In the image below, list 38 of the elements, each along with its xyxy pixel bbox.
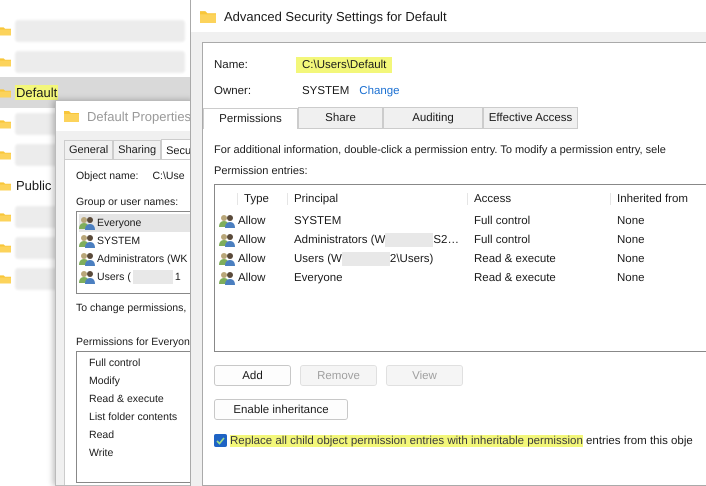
- table-cell-text: None: [616, 234, 646, 246]
- checkbox-label: Replace all child object permission entries with inheritable permission entries from this obje: [230, 434, 693, 446]
- table-cell-text: Full control: [473, 234, 532, 246]
- permission-name: Modify: [89, 374, 121, 389]
- field-label: Object name:: [76, 170, 138, 182]
- name-value: C:\Users\Default: [296, 57, 392, 73]
- table-cell-text: Allow: [237, 252, 266, 264]
- window-title: Default Properties: [87, 108, 192, 124]
- table-cell-text: Read & execute: [473, 272, 557, 284]
- table-cell-text: Allow: [237, 234, 266, 246]
- table-cell-text: Read & execute: [473, 252, 557, 264]
- folder-name: Public: [15, 178, 52, 193]
- table-cell-text: Administrators (W S2…: [293, 232, 460, 246]
- table-cell-text: None: [616, 272, 646, 284]
- table-cell-text: None: [616, 214, 646, 226]
- window-title: Advanced Security Settings for Default: [224, 8, 447, 24]
- folder-name: Default: [15, 85, 58, 100]
- table-cell-text: Allow: [237, 272, 266, 284]
- section-label: Permissions for Everyon: [76, 336, 191, 348]
- table-cell-text: SYSTEM: [293, 214, 342, 226]
- section-label: Permission entries:: [214, 165, 309, 177]
- permission-name: List folder contents: [89, 410, 178, 425]
- permission-name: Write: [89, 446, 114, 461]
- info-text: For additional information, double-click a permission entry. To modify a permission entry, sele: [214, 144, 667, 156]
- table-cell-text: Everyone: [293, 272, 344, 284]
- table-cell-text: Allow: [237, 214, 266, 226]
- owner-value: SYSTEM: [302, 85, 350, 97]
- field-label: Name:: [214, 59, 249, 71]
- table-cell-text: Full control: [473, 214, 532, 226]
- field-label: Owner:: [214, 85, 252, 97]
- permission-name: Full control: [89, 356, 142, 371]
- table-cell-text: None: [616, 252, 646, 264]
- hint-text: To change permissions,: [76, 302, 188, 314]
- section-label: Group or user names:: [76, 196, 180, 208]
- permission-name: Read: [89, 428, 116, 443]
- object-name: C:\Use: [152, 170, 185, 182]
- table-cell-text: Users (W 2\Users): [293, 252, 434, 266]
- permission-name: Read & execute: [89, 392, 165, 407]
